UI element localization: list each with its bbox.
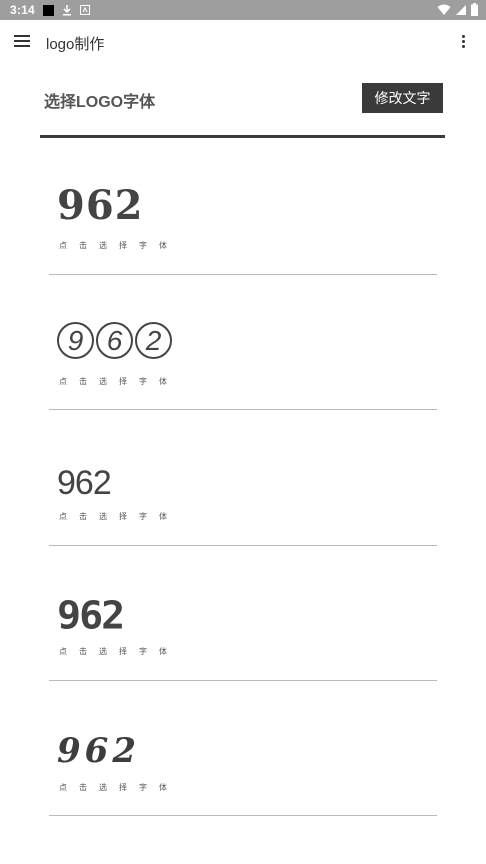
wifi-icon: [437, 4, 451, 15]
font-option-5[interactable]: 962 点击选择字体: [49, 681, 437, 816]
header-divider: [40, 135, 445, 138]
hamburger-menu-icon[interactable]: [14, 35, 30, 47]
circled-digit: 9: [57, 322, 94, 359]
circled-digit: 2: [135, 322, 172, 359]
font-sample: 962: [57, 731, 140, 771]
font-option-2[interactable]: 9 6 2 点击选择字体: [49, 275, 437, 410]
font-option-3[interactable]: 962 点击选择字体: [49, 411, 437, 546]
font-sample: 962: [57, 464, 112, 502]
overflow-menu-icon[interactable]: [462, 35, 466, 50]
status-bar: 3:14: [0, 0, 486, 20]
section-title: 选择LOGO字体: [44, 94, 156, 111]
status-time: 3:14: [10, 3, 35, 17]
font-hint: 点击选择字体: [59, 512, 179, 521]
app-bar: logo制作: [0, 20, 486, 64]
circled-digit: 6: [96, 322, 133, 359]
font-hint: 点击选择字体: [59, 783, 179, 792]
font-hint: 点击选择字体: [59, 241, 179, 250]
font-option-4[interactable]: 962 点击选择字体: [49, 546, 437, 681]
store-icon: [79, 5, 90, 15]
app-title: logo制作: [46, 36, 105, 53]
battery-icon: [471, 3, 478, 16]
download-icon: [62, 5, 71, 16]
font-sample: 962: [57, 182, 144, 229]
font-hint: 点击选择字体: [59, 647, 179, 656]
signal-icon: [456, 4, 466, 15]
font-sample: 962: [57, 594, 125, 638]
edit-text-button[interactable]: 修改文字: [362, 83, 443, 113]
font-option-1[interactable]: 962 点击选择字体: [49, 140, 437, 275]
app-notification-icon: [42, 4, 54, 16]
font-hint: 点击选择字体: [59, 377, 179, 386]
font-sample: 9 6 2: [57, 322, 172, 359]
notification-icons: [42, 4, 90, 16]
system-icons: [437, 3, 478, 16]
